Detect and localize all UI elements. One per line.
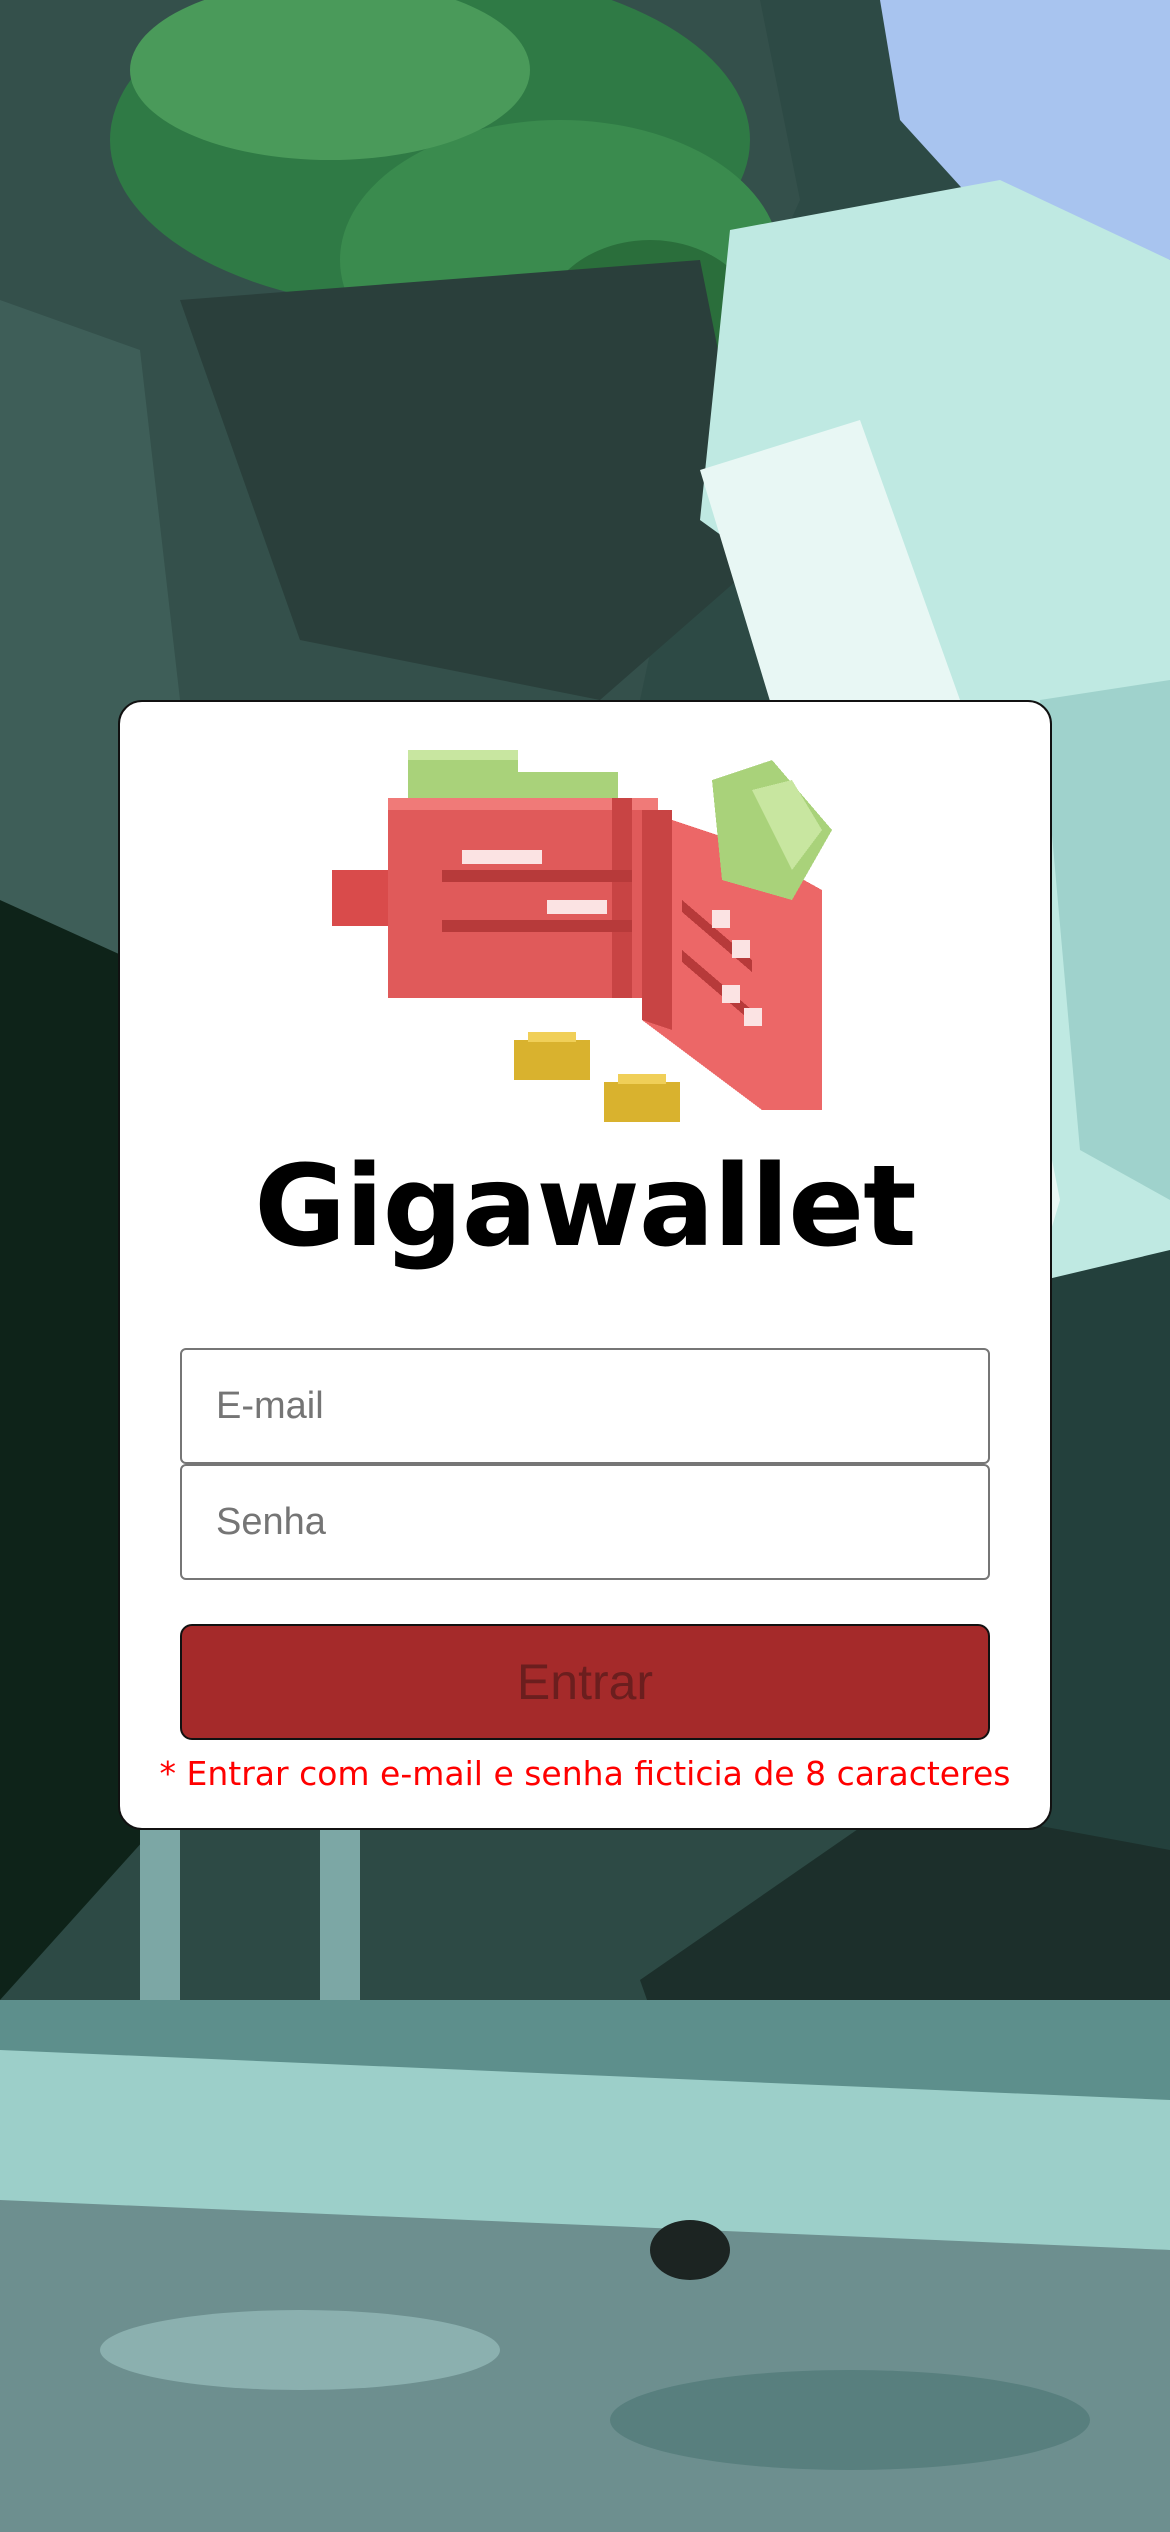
login-card: Gigawallet Entrar * Entrar com e-mail e … <box>118 700 1052 1830</box>
login-hint-text: * Entrar com e-mail e senha ficticia de … <box>159 1754 1011 1793</box>
wallet-logo-icon <box>332 750 838 1130</box>
email-field[interactable] <box>180 1348 990 1464</box>
pixel-wallet-icon <box>332 750 832 1122</box>
app-title: Gigawallet <box>254 1142 916 1272</box>
password-field[interactable] <box>180 1464 990 1580</box>
login-button[interactable]: Entrar <box>180 1624 990 1740</box>
